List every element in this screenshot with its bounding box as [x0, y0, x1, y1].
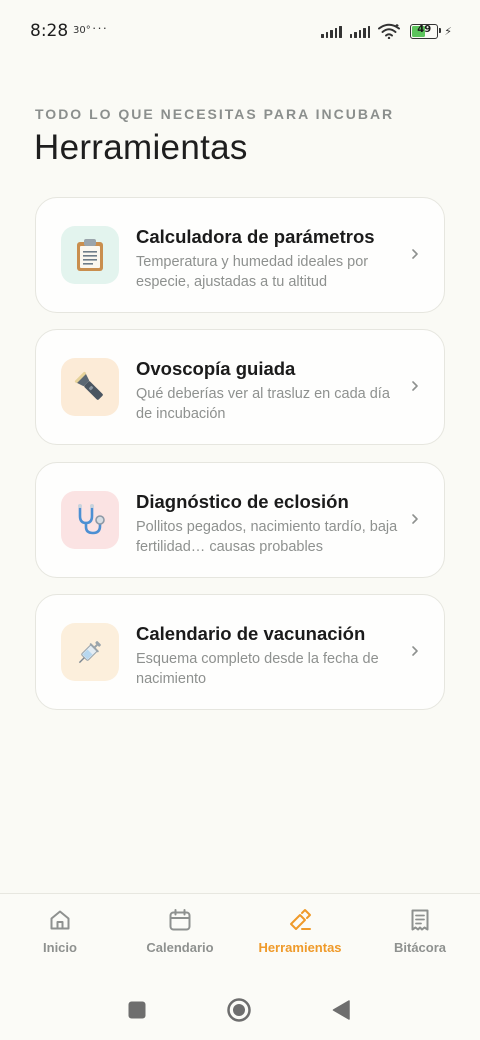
battery-icon: 49 — [410, 23, 442, 39]
chevron-right-icon — [412, 249, 418, 259]
page-overline: TODO LO QUE NECESITAS PARA INCUBAR — [35, 106, 395, 122]
chevron-right-icon — [412, 381, 418, 391]
bottom-navigation: Inicio Calendario Herramientas Bitácora — [0, 893, 480, 975]
tools-icon — [290, 909, 311, 930]
tool-card-calculadora[interactable]: Calculadora de parámetros Temperatura y … — [35, 197, 445, 313]
nav-label: Herramientas — [258, 940, 342, 955]
wifi-icon — [378, 23, 401, 39]
back-system-button[interactable] — [332, 1000, 350, 1020]
tool-icon-box — [61, 358, 119, 416]
recent-apps-button[interactable] — [128, 1001, 146, 1019]
tool-icon-box — [61, 226, 119, 284]
status-temperature: 30° — [73, 25, 91, 36]
flashlight-icon — [74, 371, 103, 400]
status-indicators: 49 ⚡ — [321, 22, 452, 40]
tool-title: Calculadora de parámetros — [136, 226, 375, 247]
battery-level: 49 — [417, 23, 432, 35]
receipt-icon — [411, 909, 429, 931]
home-icon — [50, 910, 70, 930]
signal-icon — [321, 24, 342, 38]
nav-item-inicio[interactable]: Inicio — [0, 894, 120, 976]
syringe-icon — [78, 641, 101, 664]
stethoscope-icon — [78, 504, 105, 535]
tool-card-diagnostico[interactable]: Diagnóstico de eclosión Pollitos pegados… — [35, 462, 445, 578]
calendar-icon — [169, 909, 191, 931]
tool-card-vacunacion[interactable]: Calendario de vacunación Esquema complet… — [35, 594, 445, 710]
status-time: 8:28 — [30, 21, 69, 41]
nav-label: Inicio — [43, 940, 77, 955]
tool-title: Diagnóstico de eclosión — [136, 491, 349, 512]
nav-label: Bitácora — [393, 940, 447, 955]
tool-title: Calendario de vacunación — [136, 623, 366, 644]
tool-icon-box — [61, 491, 119, 549]
status-bar: 8:28 30° ··· 49 ⚡ — [0, 0, 480, 62]
status-more-dots: ··· — [92, 20, 108, 35]
chevron-right-icon — [412, 646, 418, 656]
nav-label: Calendario — [146, 940, 214, 955]
tool-icon-box — [61, 623, 119, 681]
home-system-button[interactable] — [226, 997, 252, 1023]
tool-description: Qué deberías ver al trasluz en cada día … — [136, 386, 390, 422]
clipboard-icon — [77, 239, 103, 271]
system-navigation-bar — [0, 975, 480, 1040]
tool-description: Pollitos pegados, nacimiento tardío, baj… — [136, 519, 398, 555]
nav-item-calendario[interactable]: Calendario — [120, 894, 240, 976]
page-title: Herramientas — [34, 128, 248, 167]
tool-description: Temperatura y humedad ideales por especi… — [136, 254, 369, 290]
signal-icon — [349, 24, 371, 38]
tool-title: Ovoscopía guiada — [136, 358, 296, 379]
tool-card-ovoscopia[interactable]: Ovoscopía guiada Qué deberías ver al tra… — [35, 329, 445, 445]
tool-description: Esquema completo desde la fecha de nacim… — [136, 651, 379, 687]
nav-item-bitacora[interactable]: Bitácora — [360, 894, 480, 976]
nav-item-herramientas[interactable]: Herramientas — [240, 894, 360, 976]
charging-icon: ⚡ — [444, 25, 452, 38]
chevron-right-icon — [412, 514, 418, 524]
